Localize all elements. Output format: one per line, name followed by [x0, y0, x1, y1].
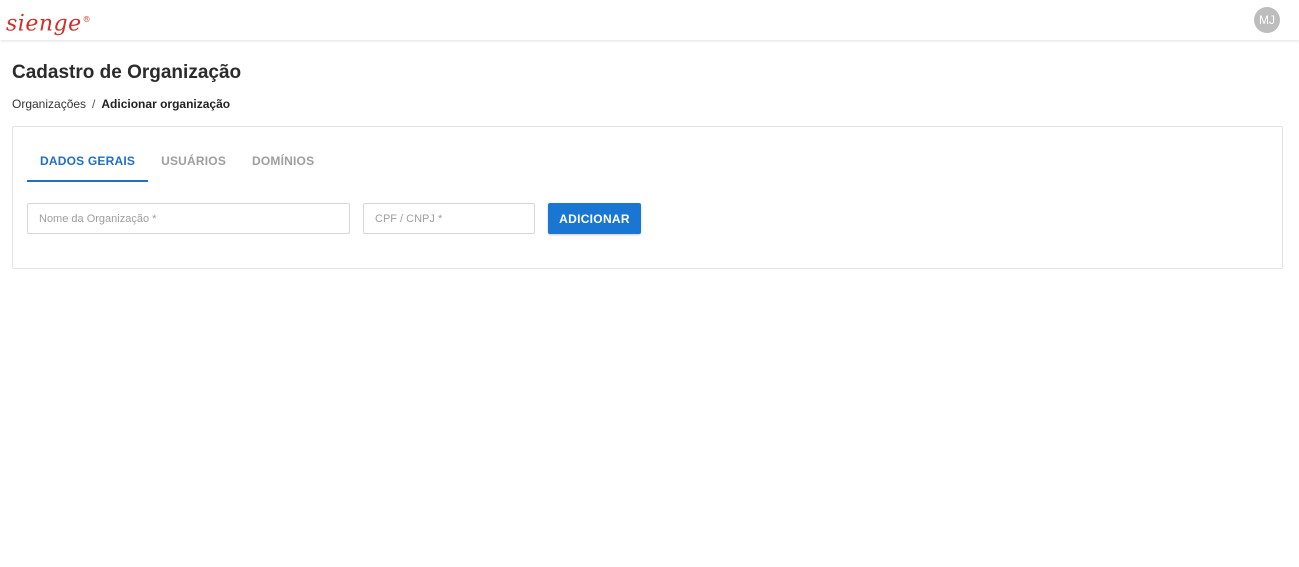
add-button[interactable]: ADICIONAR [548, 203, 641, 234]
top-bar: sienge® MJ [0, 0, 1299, 40]
organization-form-card: DADOS GERAIS USUÁRIOS DOMÍNIOS ADICIONAR [12, 126, 1283, 269]
tab-bar: DADOS GERAIS USUÁRIOS DOMÍNIOS [27, 145, 327, 182]
tab-dominios[interactable]: DOMÍNIOS [239, 145, 327, 182]
breadcrumb-separator: / [92, 97, 96, 111]
cpf-cnpj-input[interactable] [363, 203, 535, 234]
organization-name-input[interactable] [27, 203, 350, 234]
breadcrumb-current: Adicionar organização [101, 97, 231, 111]
page-title: Cadastro de Organização [12, 62, 242, 83]
sienge-logo[interactable]: sienge® [6, 3, 91, 41]
breadcrumb: Organizações / Adicionar organização [12, 97, 230, 111]
tab-usuarios[interactable]: USUÁRIOS [148, 145, 239, 182]
breadcrumb-organizations-link[interactable]: Organizações [12, 97, 86, 111]
logo-text: sienge [6, 11, 82, 37]
user-avatar[interactable]: MJ [1254, 7, 1280, 33]
logo-registered-mark: ® [82, 15, 92, 24]
tab-dados-gerais[interactable]: DADOS GERAIS [27, 145, 149, 182]
